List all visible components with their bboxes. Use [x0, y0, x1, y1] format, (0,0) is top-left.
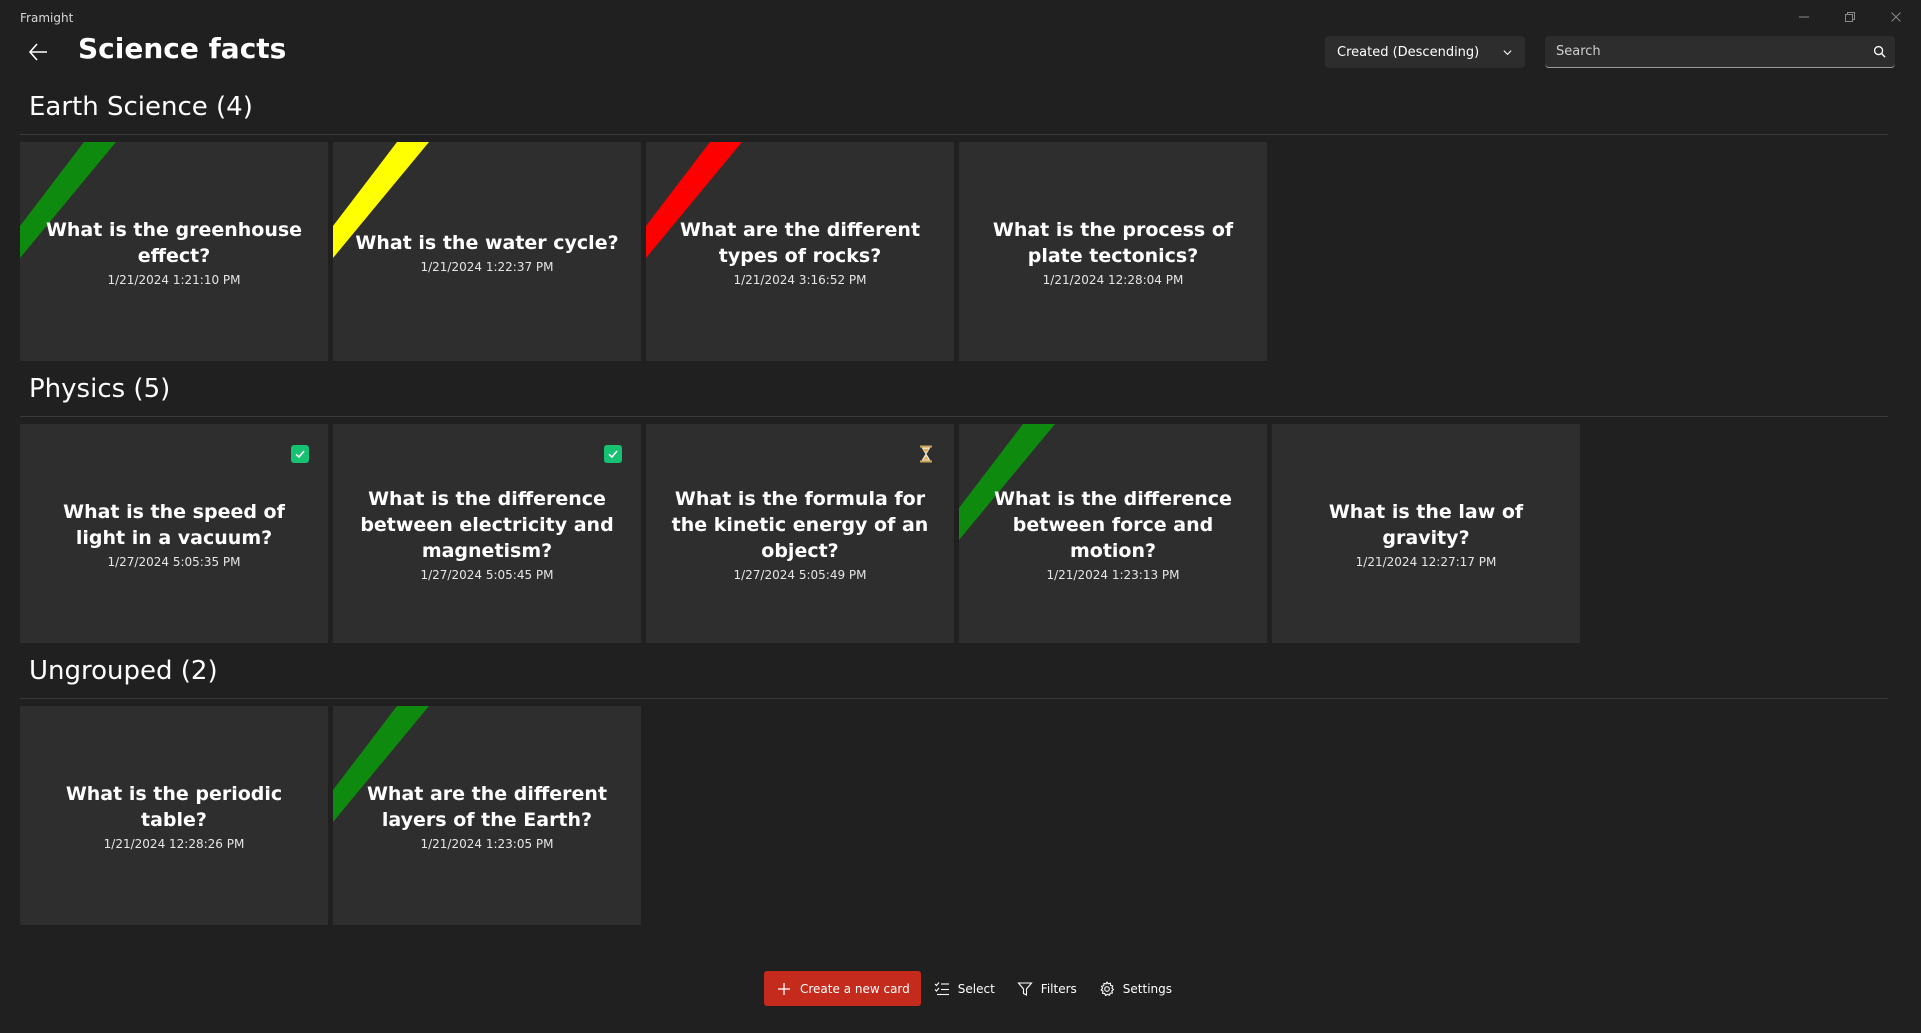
- card-question: What is the water cycle?: [355, 231, 619, 254]
- filters-button[interactable]: Filters: [1006, 971, 1088, 1006]
- chevron-down-icon: [1503, 49, 1512, 55]
- group-divider: [20, 416, 1888, 417]
- app-name: Framight: [20, 11, 74, 25]
- restore-button[interactable]: [1827, 0, 1873, 34]
- card[interactable]: What is the speed of light in a vacuum? …: [20, 424, 328, 643]
- card-date: 1/21/2024 12:28:26 PM: [103, 836, 245, 851]
- close-button[interactable]: [1873, 0, 1919, 34]
- card-date: 1/21/2024 12:28:04 PM: [1042, 272, 1184, 287]
- card-question: What is the formula for the kinetic ener…: [671, 487, 929, 562]
- search-input[interactable]: [1545, 44, 1863, 59]
- card[interactable]: What are the different layers of the Ear…: [333, 706, 641, 925]
- card-date: 1/21/2024 1:21:10 PM: [107, 272, 241, 287]
- card[interactable]: What is the law of gravity? 1/21/2024 12…: [1272, 424, 1580, 643]
- card[interactable]: What is the greenhouse effect? 1/21/2024…: [20, 142, 328, 361]
- group-divider: [20, 134, 1888, 135]
- hourglass-icon: [920, 445, 932, 463]
- card-question: What are the different types of rocks?: [679, 218, 921, 267]
- minimize-button[interactable]: [1781, 0, 1827, 34]
- card[interactable]: What is the water cycle? 1/21/2024 1:22:…: [333, 142, 641, 361]
- gear-icon: [1100, 980, 1114, 996]
- page-title: Science facts: [78, 32, 287, 65]
- completed-status: [603, 444, 623, 464]
- close-icon: [1891, 12, 1901, 22]
- checkmark-icon: [608, 450, 618, 459]
- plus-icon: [778, 982, 790, 995]
- card-question: What are the different layers of the Ear…: [366, 782, 608, 831]
- create-card-button[interactable]: Create a new card: [764, 971, 921, 1006]
- card[interactable]: What is the difference between electrici…: [333, 424, 641, 643]
- card[interactable]: What is the difference between force and…: [959, 424, 1267, 643]
- search-box[interactable]: [1545, 36, 1895, 68]
- sort-dropdown-value: Created (Descending): [1337, 44, 1480, 60]
- filter-icon: [1017, 981, 1033, 996]
- settings-button[interactable]: Settings: [1088, 971, 1183, 1006]
- create-card-label: Create a new card: [800, 981, 910, 996]
- group-header: Ungrouped (2): [29, 656, 218, 686]
- app-window: Framight Science facts Created (Descendi…: [0, 0, 1921, 1033]
- card-date: 1/21/2024 1:23:13 PM: [1046, 567, 1180, 582]
- card-question: What is the difference between electrici…: [360, 487, 614, 562]
- completed-status: [290, 444, 310, 464]
- card[interactable]: What is the process of plate tectonics? …: [959, 142, 1267, 361]
- minimize-icon: [1799, 16, 1809, 18]
- filters-label: Filters: [1040, 981, 1077, 996]
- card-date: 1/21/2024 12:27:17 PM: [1355, 554, 1497, 569]
- select-button[interactable]: Select: [923, 971, 1006, 1006]
- checkmark-icon: [295, 450, 305, 459]
- group-header: Earth Science (4): [29, 92, 253, 122]
- arrow-left-icon: [28, 43, 47, 61]
- card-date: 1/21/2024 3:16:52 PM: [733, 272, 867, 287]
- card-date: 1/27/2024 5:05:35 PM: [107, 554, 241, 569]
- card-date: 1/27/2024 5:05:49 PM: [733, 567, 867, 582]
- title-bar: Framight: [0, 0, 1921, 36]
- card-date: 1/27/2024 5:05:45 PM: [420, 567, 554, 582]
- restore-icon: [1845, 12, 1855, 22]
- card-list: What is the speed of light in a vacuum? …: [20, 424, 1580, 643]
- pending-status: [916, 444, 936, 464]
- group-divider: [20, 698, 1888, 699]
- sort-dropdown[interactable]: Created (Descending): [1325, 36, 1525, 68]
- card-question: What is the periodic table?: [65, 782, 283, 831]
- back-button[interactable]: [22, 36, 54, 68]
- card-question: What is the law of gravity?: [1328, 500, 1524, 549]
- command-bar: Create a new card Select Filters Setting…: [764, 971, 1183, 1006]
- card-date: 1/21/2024 1:23:05 PM: [420, 836, 554, 851]
- card[interactable]: What are the different types of rocks? 1…: [646, 142, 954, 361]
- checklist-icon: [934, 981, 949, 995]
- card[interactable]: What is the periodic table? 1/21/2024 12…: [20, 706, 328, 925]
- card-question: What is the difference between force and…: [994, 487, 1232, 562]
- search-icon[interactable]: [1863, 36, 1895, 68]
- card-date: 1/21/2024 1:22:37 PM: [420, 259, 554, 274]
- card-list: What is the periodic table? 1/21/2024 12…: [20, 706, 641, 925]
- select-label: Select: [957, 981, 995, 996]
- card-question: What is the speed of light in a vacuum?: [63, 500, 285, 549]
- card-question: What is the process of plate tectonics?: [992, 218, 1234, 267]
- card[interactable]: What is the formula for the kinetic ener…: [646, 424, 954, 643]
- card-question: What is the greenhouse effect?: [45, 218, 303, 267]
- group-header: Physics (5): [29, 374, 171, 404]
- card-list: What is the greenhouse effect? 1/21/2024…: [20, 142, 1267, 361]
- settings-label: Settings: [1122, 981, 1172, 996]
